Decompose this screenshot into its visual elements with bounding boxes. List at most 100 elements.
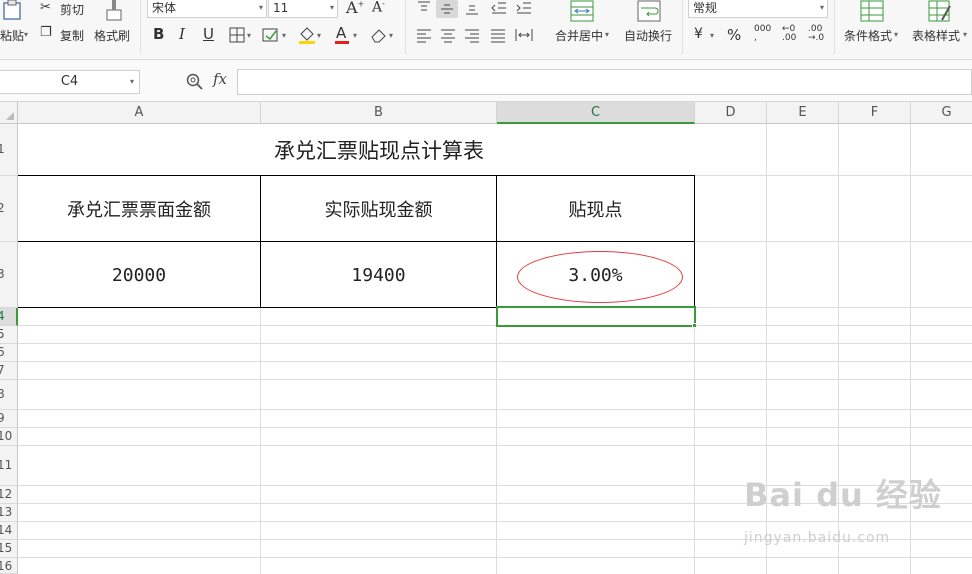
- distribute-icon[interactable]: [515, 27, 533, 43]
- header-cell-face-amount[interactable]: 承兑汇票票面金额: [18, 176, 260, 242]
- increase-indent-icon[interactable]: [516, 0, 532, 16]
- row-header-15[interactable]: 15: [0, 540, 18, 558]
- row-header-11[interactable]: 11: [0, 446, 18, 486]
- wrap-text-button[interactable]: 自动换行: [622, 0, 678, 46]
- insert-function-icon[interactable]: fx: [213, 70, 227, 88]
- decrease-decimal-icon[interactable]: .00 →.0: [808, 25, 824, 43]
- select-all-corner[interactable]: [0, 102, 18, 124]
- table-style-icon: [928, 0, 951, 22]
- align-center-icon[interactable]: [440, 27, 456, 43]
- merge-center-button[interactable]: 合并居中 ▾: [552, 0, 614, 46]
- format-painter-button[interactable]: 格式刷: [94, 0, 134, 46]
- watermark-url: jingyan.baidu.com: [744, 530, 891, 546]
- row-header-13[interactable]: 13: [0, 504, 18, 522]
- column-header-b[interactable]: B: [261, 102, 497, 124]
- scissors-icon: ✂: [40, 0, 51, 15]
- chevron-down-icon[interactable]: ▾: [282, 31, 286, 40]
- row-header-6[interactable]: 6: [0, 344, 18, 362]
- chevron-down-icon: ▾: [129, 77, 134, 86]
- sheet-title-cell[interactable]: 承兑汇票贴现点计算表: [18, 124, 740, 176]
- name-box-value: C4: [60, 74, 79, 89]
- brush-icon: [106, 0, 122, 21]
- zoom-formula-icon[interactable]: [186, 73, 204, 91]
- row-number: 5: [0, 327, 5, 341]
- number-format-select[interactable]: 常规 ▾: [688, 0, 828, 18]
- paste-button[interactable]: 粘贴 ▾: [0, 0, 32, 46]
- align-bottom-icon[interactable]: [464, 0, 480, 16]
- fill-style-icon[interactable]: [262, 27, 280, 43]
- decrease-font-icon[interactable]: A-: [372, 0, 385, 16]
- font-color-icon[interactable]: A: [336, 24, 346, 42]
- name-box[interactable]: C4 ▾: [0, 70, 140, 94]
- merge-cells-icon: [570, 0, 594, 22]
- highlight-oval: [517, 251, 683, 303]
- justify-icon[interactable]: [490, 27, 506, 43]
- value-cell-face-amount[interactable]: 20000: [18, 242, 260, 308]
- row-number: 15: [0, 541, 13, 555]
- font-size-select[interactable]: 11 ▾: [268, 0, 338, 18]
- align-right-icon[interactable]: [464, 27, 480, 43]
- row-header-12[interactable]: 12: [0, 486, 18, 504]
- paste-label: 粘贴: [0, 29, 25, 43]
- font-name-select[interactable]: 宋体 ▾: [147, 0, 267, 18]
- row-header-14[interactable]: 14: [0, 522, 18, 540]
- column-header-g[interactable]: G: [911, 102, 972, 124]
- row-number: 2: [0, 201, 5, 215]
- row-header-1[interactable]: 1: [0, 124, 18, 176]
- cut-button[interactable]: ✂ 剪切: [40, 0, 88, 18]
- copy-button[interactable]: ❐ 复制: [40, 25, 88, 44]
- thousands-icon[interactable]: 000,: [754, 25, 771, 43]
- number-format-value: 常规: [693, 1, 718, 15]
- column-header-d[interactable]: D: [695, 102, 767, 124]
- row-header-4[interactable]: 4: [0, 308, 18, 326]
- align-left-icon[interactable]: [416, 27, 432, 43]
- column-header-a[interactable]: A: [18, 102, 261, 124]
- ribbon-toolbar: 粘贴 ▾ ✂ 剪切 ❐ 复制 格式刷 宋体 ▾ 11 ▾ A+ A- B I U…: [0, 0, 972, 60]
- chevron-down-icon[interactable]: ▾: [317, 31, 321, 40]
- fill-color-icon[interactable]: [298, 25, 316, 45]
- fill-handle[interactable]: [692, 323, 697, 328]
- row-header-9[interactable]: 9: [0, 410, 18, 428]
- align-top-icon[interactable]: [416, 0, 432, 16]
- row-header-2[interactable]: 2: [0, 176, 18, 242]
- increase-font-icon[interactable]: A+: [346, 0, 364, 17]
- header-cell-discount-point[interactable]: 贴现点: [497, 176, 694, 242]
- underline-button[interactable]: U: [203, 25, 214, 43]
- conditional-format-button[interactable]: 条件格式 ▾: [842, 0, 904, 46]
- table-style-button[interactable]: 表格样式 ▾: [910, 0, 972, 46]
- border-icon[interactable]: [229, 27, 245, 43]
- merge-center-label: 合并居中: [555, 29, 604, 43]
- row-header-5[interactable]: 5: [0, 326, 18, 344]
- gridline: [18, 427, 972, 428]
- row-header-7[interactable]: 7: [0, 362, 18, 380]
- gridline: [18, 343, 972, 344]
- row-header-10[interactable]: 10: [0, 428, 18, 446]
- chevron-down-icon[interactable]: ▾: [389, 31, 393, 40]
- increase-decimal-icon[interactable]: ←0.00: [782, 25, 796, 43]
- divider: [834, 0, 835, 54]
- header-cell-actual-amount[interactable]: 实际贴现金额: [261, 176, 496, 242]
- active-cell-selection[interactable]: [496, 306, 696, 327]
- align-middle-button[interactable]: [436, 0, 458, 18]
- percent-button[interactable]: %: [727, 26, 741, 44]
- row-number: 3: [0, 267, 5, 281]
- row-header-3[interactable]: 3: [0, 242, 18, 308]
- chevron-down-icon[interactable]: ▾: [247, 31, 251, 40]
- gridline: [18, 557, 972, 558]
- column-header-f[interactable]: F: [839, 102, 911, 124]
- value-cell-actual-amount[interactable]: 19400: [261, 242, 496, 308]
- row-number: 1: [0, 142, 5, 156]
- chevron-down-icon[interactable]: ▾: [710, 31, 714, 40]
- eraser-icon[interactable]: [370, 27, 388, 43]
- decrease-indent-icon[interactable]: [491, 0, 507, 16]
- formula-input[interactable]: [237, 69, 972, 95]
- column-header-c[interactable]: C: [497, 102, 695, 124]
- bold-button[interactable]: B: [153, 25, 164, 43]
- chevron-down-icon[interactable]: ▾: [353, 31, 357, 40]
- column-header-e[interactable]: E: [767, 102, 839, 124]
- currency-icon[interactable]: ¥: [694, 26, 703, 42]
- chevron-down-icon: ▾: [329, 3, 334, 12]
- row-header-16[interactable]: 16: [0, 558, 18, 574]
- italic-button[interactable]: I: [179, 25, 185, 43]
- row-header-8[interactable]: 8: [0, 380, 18, 410]
